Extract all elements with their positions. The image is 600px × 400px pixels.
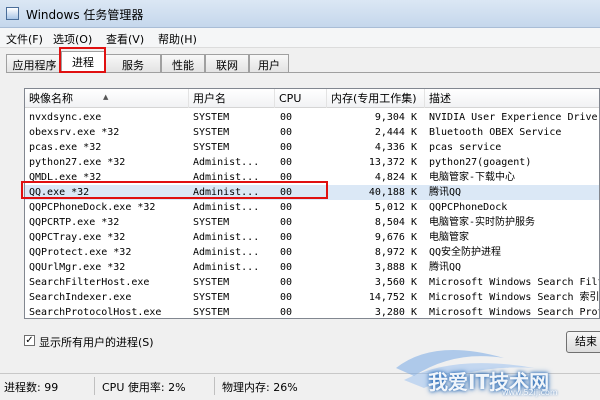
tab-performance[interactable]: 性能	[161, 54, 205, 72]
process-list[interactable]: 映像名称 ▲ 用户名 CPU 内存(专用工作集) 描述 nvxdsync.exe…	[24, 88, 600, 319]
column-header-description[interactable]: 描述	[425, 89, 599, 108]
table-row[interactable]: pcas.exe *32 SYSTEM 00 4,336 K pcas serv…	[25, 140, 599, 155]
status-process-count: 进程数: 99	[4, 381, 59, 394]
table-row[interactable]: QQPCTray.exe *32 Administ... 00 9,676 K …	[25, 230, 599, 245]
show-all-users-label: 显示所有用户的进程(S)	[39, 336, 154, 349]
menu-view[interactable]: 查看(V)	[106, 31, 144, 47]
sort-ascending-icon: ▲	[103, 93, 109, 101]
tab-applications[interactable]: 应用程序	[6, 54, 63, 72]
column-header-name[interactable]: 映像名称 ▲	[25, 89, 189, 108]
tab-processes[interactable]: 进程	[61, 51, 105, 72]
table-row[interactable]: SearchProtocolHost.exe SYSTEM 00 3,280 K…	[25, 305, 599, 318]
show-all-users-checkbox[interactable]: ✓	[24, 335, 35, 346]
list-header: 映像名称 ▲ 用户名 CPU 内存(专用工作集) 描述	[25, 89, 599, 108]
tab-networking[interactable]: 联网	[205, 54, 249, 72]
status-bar: 进程数: 99 CPU 使用率: 2% 物理内存: 26%	[0, 373, 600, 400]
menu-file[interactable]: 文件(F)	[6, 31, 43, 47]
title-bar: Windows 任务管理器	[0, 0, 600, 28]
table-row[interactable]: QMDL.exe *32 Administ... 00 4,824 K 电脑管家…	[25, 170, 599, 185]
tab-strip: 应用程序 进程 服务 性能 联网 用户	[0, 48, 600, 72]
tab-users[interactable]: 用户	[249, 54, 289, 72]
table-row[interactable]: SearchFilterHost.exe SYSTEM 00 3,560 K M…	[25, 275, 599, 290]
table-row[interactable]: QQUrlMgr.exe *32 Administ... 00 3,888 K …	[25, 260, 599, 275]
end-process-button[interactable]: 结束	[566, 331, 600, 353]
table-row[interactable]: QQPCPhoneDock.exe *32 Administ... 00 5,0…	[25, 200, 599, 215]
status-divider	[214, 377, 215, 395]
table-row[interactable]: SearchIndexer.exe SYSTEM 00 14,752 K Mic…	[25, 290, 599, 305]
table-row[interactable]: QQProtect.exe *32 Administ... 00 8,972 K…	[25, 245, 599, 260]
window-title: Windows 任务管理器	[26, 8, 144, 22]
column-header-cpu[interactable]: CPU	[275, 89, 327, 108]
table-row[interactable]: obexsrv.exe *32 SYSTEM 00 2,444 K Blueto…	[25, 125, 599, 140]
status-memory-usage: 物理内存: 26%	[222, 381, 298, 394]
menu-bar: 文件(F) 选项(O) 查看(V) 帮助(H)	[0, 28, 600, 48]
table-row[interactable]: QQPCRTP.exe *32 SYSTEM 00 8,504 K 电脑管家-实…	[25, 215, 599, 230]
status-divider	[94, 377, 95, 395]
task-manager-icon	[6, 7, 19, 20]
menu-options[interactable]: 选项(O)	[53, 31, 92, 47]
tab-services[interactable]: 服务	[105, 54, 161, 72]
column-header-memory[interactable]: 内存(专用工作集)	[327, 89, 425, 108]
column-header-user[interactable]: 用户名	[189, 89, 275, 108]
table-row-selected[interactable]: QQ.exe *32 Administ... 00 40,188 K 腾讯QQ	[25, 185, 599, 200]
table-row[interactable]: nvxdsync.exe SYSTEM 00 9,304 K NVIDIA Us…	[25, 110, 599, 125]
status-cpu-usage: CPU 使用率: 2%	[102, 381, 186, 394]
table-row[interactable]: python27.exe *32 Administ... 00 13,372 K…	[25, 155, 599, 170]
menu-help[interactable]: 帮助(H)	[158, 31, 197, 47]
